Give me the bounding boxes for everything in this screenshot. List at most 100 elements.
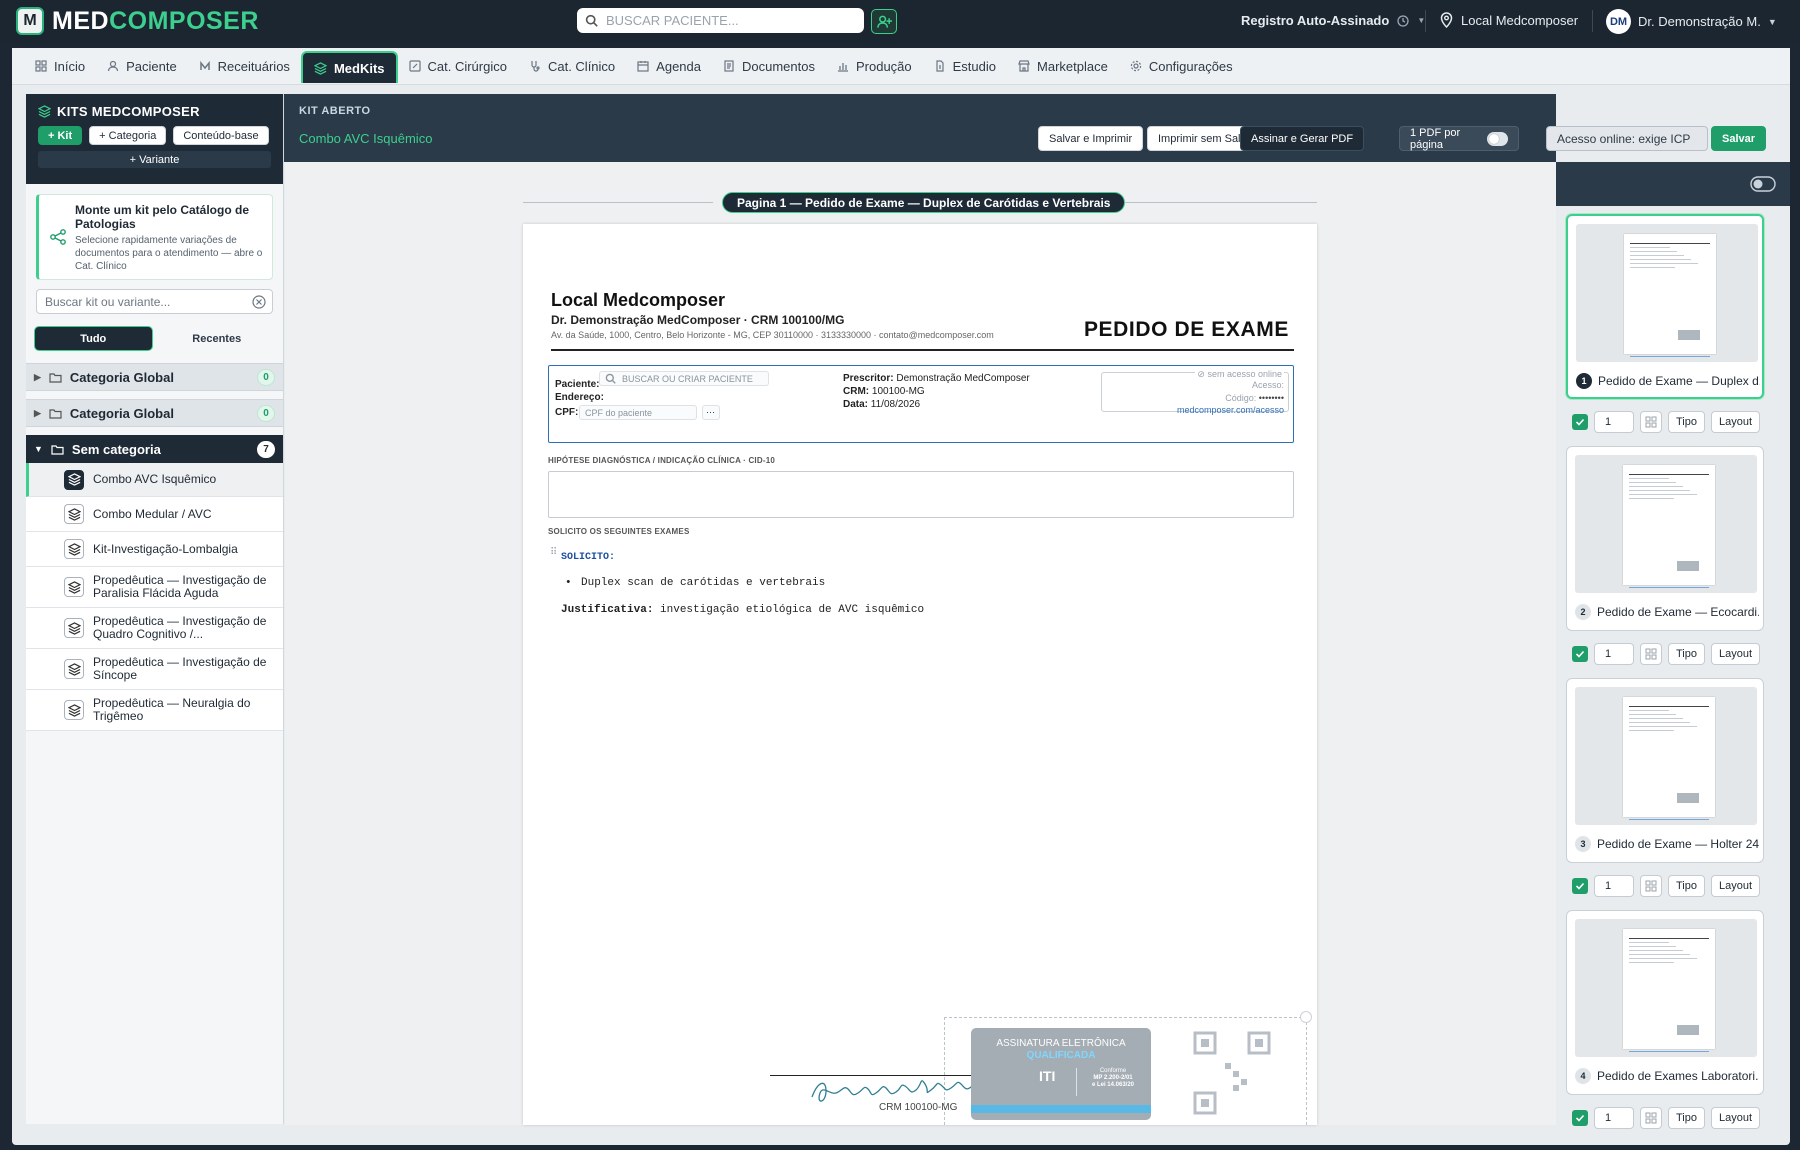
clear-search-icon[interactable] (252, 294, 266, 309)
panel-toggle[interactable] (1750, 176, 1776, 192)
filter-all-button[interactable]: Tudo (34, 326, 153, 351)
tab-configura-es[interactable]: Configurações (1119, 51, 1244, 81)
copies-input[interactable]: 1 (1594, 875, 1634, 897)
patient-label: Paciente: (555, 379, 600, 390)
page-thumbnail[interactable]: 3 Pedido de Exame — Holter 24h (1566, 678, 1764, 863)
tab-documentos[interactable]: Documentos (712, 51, 826, 81)
solicito-label: SOLICITO: (561, 552, 616, 563)
kit-item[interactable]: Propedêutica — Investigação de Síncope (26, 649, 283, 690)
thumbnail-page (1623, 465, 1715, 588)
category-row[interactable]: ▶ Categoria Global 0 (26, 399, 283, 427)
tab-cat-cir-rgico[interactable]: Cat. Cirúrgico (398, 51, 518, 81)
drag-handle-icon[interactable]: ⠿ (550, 547, 557, 558)
exam-bullet: • (565, 577, 572, 589)
type-button[interactable]: Tipo (1668, 411, 1705, 433)
patient-search-field[interactable]: BUSCAR OU CRIAR PACIENTE (599, 371, 769, 386)
pages-panel-header (1556, 162, 1790, 206)
tab-cat-cl-nico[interactable]: Cat. Clínico (518, 51, 626, 81)
grid-icon[interactable] (1640, 875, 1662, 897)
exam-item: Duplex scan de carótidas e vertebrais (581, 577, 826, 589)
add-variant-button[interactable]: + Variante (38, 151, 271, 168)
tab-in-cio[interactable]: Início (24, 51, 96, 81)
thumbnail-preview (1575, 455, 1757, 593)
app-logo[interactable]: M MEDCOMPOSER (16, 7, 259, 36)
category-name: Categoria Global (69, 405, 174, 421)
document-icon (723, 60, 735, 72)
patient-search-input[interactable] (606, 13, 846, 28)
layout-button[interactable]: Layout (1711, 875, 1761, 897)
resize-handle[interactable] (1300, 1011, 1312, 1023)
include-page-checkbox[interactable] (1572, 1110, 1588, 1126)
kit-name: Combo AVC Isquêmico (93, 472, 217, 486)
type-button[interactable]: Tipo (1668, 875, 1705, 897)
type-button[interactable]: Tipo (1668, 643, 1705, 665)
tab-medkits[interactable]: MedKits (300, 51, 398, 83)
tab-estudio[interactable]: Estudio (923, 51, 1007, 81)
date-value: 11/08/2026 (870, 399, 921, 410)
kit-item[interactable]: Combo Medular / AVC (26, 497, 283, 532)
include-page-checkbox[interactable] (1572, 646, 1588, 662)
tab-agenda[interactable]: Agenda (626, 51, 712, 81)
sign-generate-pdf-button[interactable]: Assinar e Gerar PDF (1240, 126, 1365, 151)
tab-marketplace[interactable]: Marketplace (1007, 51, 1119, 81)
prescriber-label: Prescritor: (843, 373, 894, 384)
save-button[interactable]: Salvar (1711, 126, 1767, 151)
pathology-catalog-card[interactable]: Monte um kit pelo Catálogo de Patologias… (36, 194, 273, 280)
access-url-link[interactable]: medcomposer.com/acesso (1106, 405, 1284, 415)
grid-icon[interactable] (1640, 643, 1662, 665)
more-options-button[interactable]: ⋯ (702, 405, 720, 420)
tab-label: Agenda (656, 58, 701, 74)
tab-label: Cat. Clínico (547, 58, 616, 74)
include-page-checkbox[interactable] (1572, 878, 1588, 894)
layout-button[interactable]: Layout (1711, 643, 1761, 665)
registry-status[interactable]: Registro Auto-Assinado ▼ (1241, 13, 1425, 28)
filter-recent-button[interactable]: Recentes (159, 326, 276, 351)
user-menu[interactable]: DM Dr. Demonstração M. ▼ (1606, 9, 1777, 34)
save-and-print-button[interactable]: Salvar e Imprimir (1038, 126, 1144, 151)
kit-search[interactable] (36, 289, 273, 314)
layout-button[interactable]: Layout (1711, 411, 1761, 433)
header-divider (1592, 10, 1593, 32)
base-content-button[interactable]: Conteúdo-base (173, 126, 269, 145)
include-page-checkbox[interactable] (1572, 414, 1588, 430)
add-patient-button[interactable] (871, 9, 897, 34)
page-thumbnail[interactable]: 1 Pedido de Exame — Duplex d... (1566, 214, 1764, 399)
kit-item[interactable]: Propedêutica — Investigação de Quadro Co… (26, 608, 283, 649)
pdf-per-page-switch[interactable] (1487, 131, 1508, 146)
tab-paciente[interactable]: Paciente (96, 51, 188, 81)
category-count: 7 (257, 440, 275, 458)
type-button[interactable]: Tipo (1668, 1107, 1705, 1129)
layout-button[interactable]: Layout (1711, 1107, 1761, 1129)
logo-text-composer: COMPOSER (109, 6, 259, 35)
grid-icon[interactable] (1640, 411, 1662, 433)
category-row[interactable]: ▶ Categoria Global 0 (26, 363, 283, 391)
kit-name: Propedêutica — Investigação de Paralisia… (93, 573, 267, 600)
add-kit-button[interactable]: + Kit (38, 126, 83, 145)
grid-icon[interactable] (1640, 1107, 1662, 1129)
kit-item[interactable]: Kit-Investigação-Lombalgia (26, 532, 283, 567)
page-label: Pagina 1 — Pedido de Exame — Duplex de C… (722, 192, 1126, 213)
kit-item[interactable]: Propedêutica — Investigação de Paralisia… (26, 567, 283, 608)
copies-input[interactable]: 1 (1594, 643, 1634, 665)
kit-item[interactable]: Combo AVC Isquêmico (26, 463, 283, 497)
category-row-open[interactable]: ▼ Sem categoria 7 (26, 435, 283, 463)
hypothesis-input[interactable] (548, 471, 1294, 518)
copies-input[interactable]: 1 (1594, 411, 1634, 433)
patient-search[interactable] (577, 8, 864, 33)
online-access-button[interactable]: Acesso online: exige ICP (1546, 126, 1708, 151)
iti-logo: ITI (1039, 1068, 1056, 1084)
cpf-input[interactable]: CPF do paciente (579, 405, 697, 420)
code-value: •••••••• (1258, 393, 1284, 403)
tab-label: Paciente (126, 58, 177, 74)
tab-produ-o[interactable]: Produção (826, 51, 923, 81)
copies-input[interactable]: 1 (1594, 1107, 1634, 1129)
tab-receitu-rios[interactable]: Receituários (188, 51, 301, 81)
kit-item[interactable]: Propedêutica — Neuralgia do Trigêmeo (26, 690, 283, 731)
location-selector[interactable]: Local Medcomposer (1440, 12, 1578, 28)
page-thumbnail[interactable]: 2 Pedido de Exame — Ecocardi... (1566, 446, 1764, 631)
page-thumbnail[interactable]: 4 Pedido de Exames Laboratori... (1566, 910, 1764, 1095)
add-category-button[interactable]: + Categoria (89, 126, 167, 145)
kit-search-input[interactable] (45, 294, 252, 309)
pdf-per-page-toggle[interactable]: 1 PDF por página (1399, 126, 1519, 151)
thumbnail-title: Pedido de Exame — Duplex d... (1598, 374, 1760, 388)
